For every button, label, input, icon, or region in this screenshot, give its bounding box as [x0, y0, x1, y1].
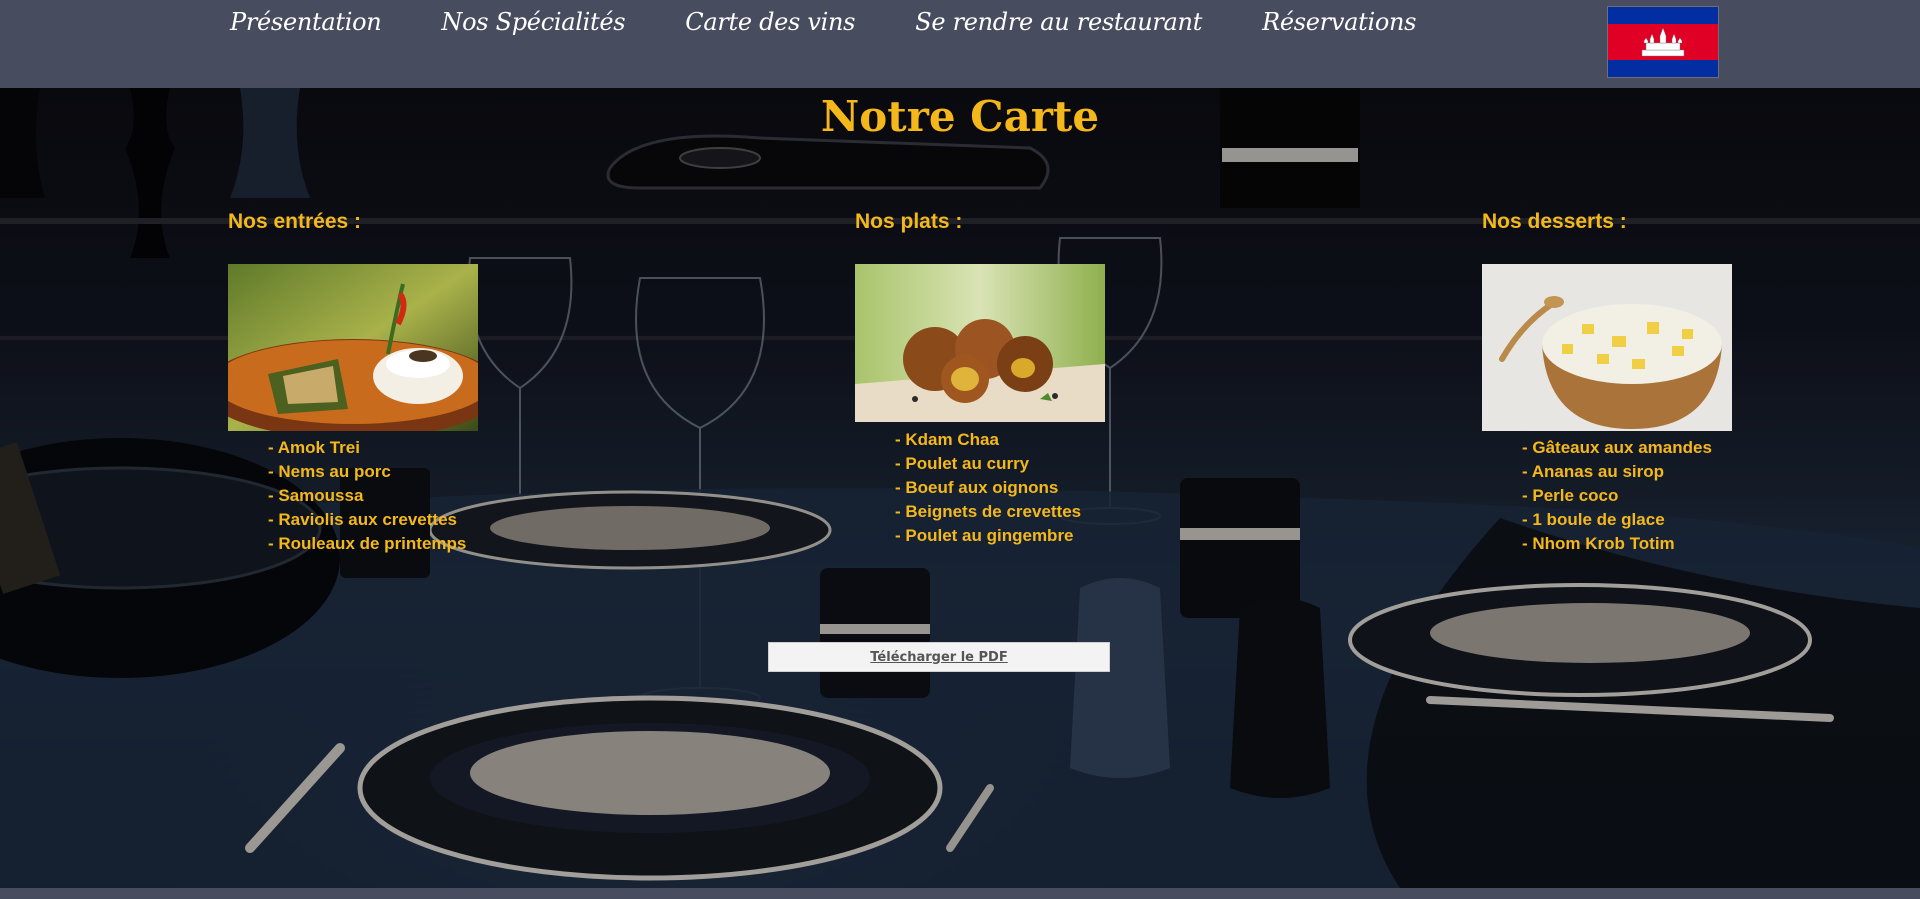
nav-menu: Présentation Nos Spécialités Carte des v…: [230, 8, 1476, 36]
list-item: - Rouleaux de printemps: [268, 534, 467, 553]
list-item: - Ananas au sirop: [1522, 462, 1665, 481]
starters-list: - Amok Trei - Nems au porc - Samoussa - …: [268, 436, 466, 556]
kdam-chaa-dish-photo: [855, 264, 1105, 422]
list-item: - Raviolis aux crevettes: [268, 510, 457, 529]
list-item: - Samoussa: [268, 486, 364, 505]
desserts-title: Nos desserts :: [1482, 210, 1627, 233]
nav-item-reservations[interactable]: Réservations: [1262, 8, 1416, 36]
mains-column: Nos plats : - Kdam Chaa - Poulet au curr…: [855, 210, 1155, 545]
list-item: - Gâteaux aux amandes: [1522, 438, 1712, 457]
page-title: Notre Carte: [820, 92, 1100, 141]
list-item: - Beignets de crevettes: [895, 502, 1082, 521]
list-item: - Amok Trei: [268, 438, 360, 457]
nav-item-carte-des-vins[interactable]: Carte des vins: [685, 8, 855, 36]
mains-list: - Kdam Chaa - Poulet au curry - Boeuf au…: [895, 428, 1081, 548]
cambodia-flag-icon[interactable]: [1607, 6, 1719, 78]
list-item: - Poulet au gingembre: [895, 526, 1074, 545]
list-item: - Kdam Chaa: [895, 430, 999, 449]
starters-column: Nos entrées : - Amok Trei - Nems au porc…: [228, 210, 528, 553]
nav-item-presentation[interactable]: Présentation: [230, 8, 382, 36]
mains-title: Nos plats :: [855, 210, 963, 233]
list-item: - Boeuf aux oignons: [895, 478, 1059, 497]
desserts-column: Nos desserts : - Gâteaux aux amandes - A…: [1482, 210, 1782, 553]
dessert-bowl-photo: [1482, 264, 1732, 431]
download-pdf-button[interactable]: Télécharger le PDF: [768, 642, 1110, 672]
list-item: - 1 boule de glace: [1522, 510, 1665, 529]
starters-title: Nos entrées :: [228, 210, 362, 233]
list-item: - Nems au porc: [268, 462, 391, 481]
desserts-list: - Gâteaux aux amandes - Ananas au sirop …: [1522, 436, 1712, 556]
nav-item-se-rendre[interactable]: Se rendre au restaurant: [915, 8, 1202, 36]
amok-dish-photo: [228, 264, 478, 431]
list-item: - Poulet au curry: [895, 454, 1030, 473]
list-item: - Perle coco: [1522, 486, 1619, 505]
list-item: - Nhom Krob Totim: [1522, 534, 1675, 553]
nav-item-specialites[interactable]: Nos Spécialités: [441, 8, 625, 36]
top-navigation: Présentation Nos Spécialités Carte des v…: [0, 0, 1920, 88]
footer-bar: [0, 888, 1920, 899]
